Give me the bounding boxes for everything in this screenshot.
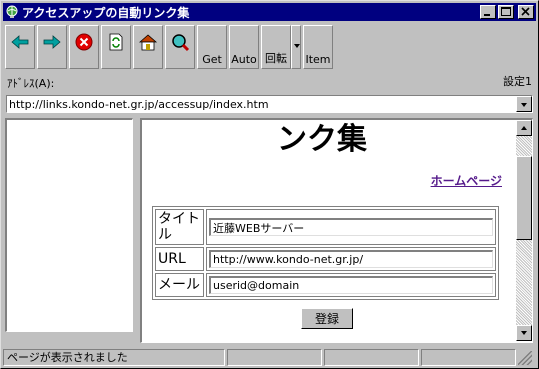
status-bar: ページが表示されました (3, 349, 536, 366)
register-button[interactable]: 登録 (301, 308, 353, 329)
forward-button[interactable] (37, 25, 67, 69)
auto-button-label: Auto (231, 53, 257, 66)
title-field[interactable] (209, 218, 493, 236)
address-dropdown-button[interactable] (516, 96, 532, 112)
toolbar: Get Auto 回転 Item (5, 25, 335, 69)
window-title: アクセスアップの自動リンク集 (22, 5, 190, 20)
url-cell (206, 247, 496, 271)
chevron-down-icon (294, 44, 300, 48)
app-window: アクセスアップの自動リンク集 Get Auto 回転 Item ｱﾄﾞﾚｽ(A)… (0, 0, 539, 369)
title-bar: アクセスアップの自動リンク集 (3, 3, 536, 21)
back-button[interactable] (5, 25, 35, 69)
home-page-link[interactable]: ホームページ (431, 172, 502, 189)
get-button[interactable]: Get (197, 25, 227, 69)
home-button[interactable] (133, 25, 163, 69)
get-button-label: Get (202, 53, 222, 66)
rotate-dropdown-button[interactable] (291, 25, 301, 69)
settings-label[interactable]: 設定1 (503, 73, 532, 89)
home-icon (138, 34, 158, 51)
refresh-button[interactable] (101, 25, 131, 69)
scroll-down-button[interactable] (516, 325, 532, 341)
registration-form: タイトル URL メール (152, 206, 499, 300)
rotate-button-label: 回転 (265, 52, 287, 65)
stop-button[interactable] (69, 25, 99, 69)
scroll-thumb[interactable] (516, 156, 532, 240)
table-row: URL (155, 247, 496, 271)
search-icon (172, 34, 190, 52)
close-button[interactable] (518, 5, 534, 19)
table-row: タイトル (155, 209, 496, 245)
refresh-icon (109, 33, 123, 51)
status-cell-3 (324, 349, 419, 366)
maximize-icon (501, 7, 511, 16)
stop-icon (75, 33, 93, 51)
title-label: タイトル (155, 209, 204, 245)
resize-grip[interactable] (518, 351, 532, 365)
arrow-right-icon (43, 35, 61, 49)
globe-icon (6, 5, 18, 18)
mail-cell (206, 273, 496, 297)
status-text: ページが表示されました (3, 349, 225, 366)
item-button[interactable]: Item (303, 25, 333, 69)
url-label: URL (155, 247, 204, 271)
address-combo[interactable] (6, 95, 533, 113)
minimize-icon (484, 14, 490, 16)
url-field[interactable] (209, 250, 493, 268)
address-input[interactable] (9, 97, 515, 111)
arrow-left-icon (11, 35, 29, 49)
table-row: メール (155, 273, 496, 297)
rotate-button[interactable]: 回転 (261, 25, 291, 69)
search-button[interactable] (165, 25, 195, 69)
title-cell (206, 209, 496, 245)
vertical-scrollbar[interactable] (516, 120, 532, 341)
link-list-pane[interactable] (5, 118, 133, 332)
status-cell-4 (421, 349, 516, 366)
item-button-label: Item (305, 53, 331, 66)
status-cell-2 (227, 349, 322, 366)
mail-label: メール (155, 273, 204, 297)
auto-button[interactable]: Auto (229, 25, 259, 69)
page-heading: ンク集 (277, 122, 367, 157)
maximize-button[interactable] (498, 5, 514, 19)
browser-pane[interactable]: ンク集 ホームページ タイトル URL メール 登録 (140, 118, 533, 343)
scroll-up-button[interactable] (516, 120, 532, 136)
minimize-button[interactable] (480, 5, 496, 19)
close-icon (521, 7, 530, 16)
mail-field[interactable] (209, 276, 493, 294)
address-label: ｱﾄﾞﾚｽ(A): (7, 77, 55, 90)
